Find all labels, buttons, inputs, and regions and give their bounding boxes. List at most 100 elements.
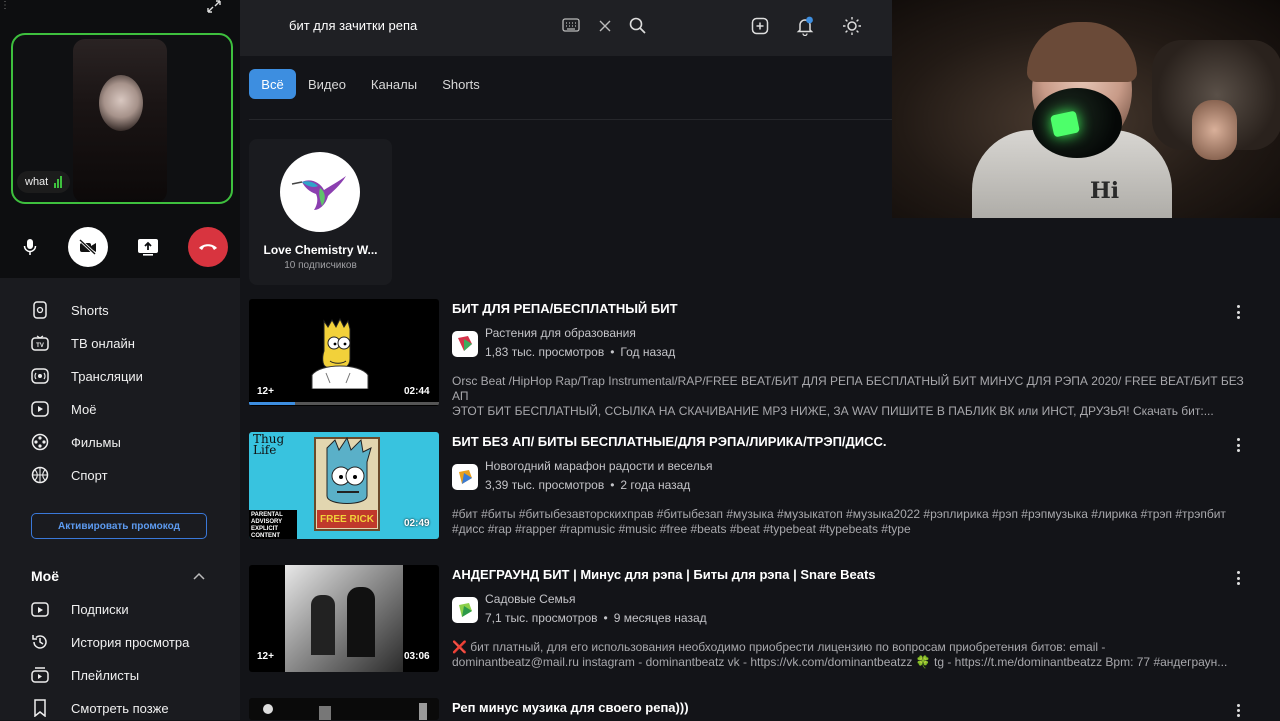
thumbnail-caption: FREE RICK [320, 514, 374, 525]
video-title[interactable]: АНДЕГРАУНД БИТ | Минус для рэпа | Биты д… [452, 567, 876, 582]
participant-video [73, 39, 167, 202]
screen-share-icon [138, 239, 158, 256]
webcam-overlay: Hi [892, 0, 1280, 218]
video-age: 9 месяцев назад [613, 611, 707, 625]
chevron-up-icon[interactable] [192, 568, 206, 586]
sidebar-item-shorts[interactable]: Shorts [30, 297, 109, 323]
microphone-device [1032, 88, 1122, 158]
video-meta: 1,83 тыс. просмотров • Год назад [485, 345, 676, 359]
sidebar-item-watch-later[interactable]: Смотреть позже [30, 695, 169, 721]
video-thumbnail[interactable]: 12+ 03:06 [249, 565, 439, 672]
sidebar-item-playlists[interactable]: Плейлисты [30, 662, 139, 688]
channel-avatar[interactable] [452, 464, 478, 490]
video-channel-name[interactable]: Растения для образования [485, 326, 636, 340]
svg-text:TV: TV [36, 343, 44, 349]
description-line: ЭТОТ БИТ БЕСПЛАТНЫЙ, ССЫЛКА НА СКАЧИВАНИ… [452, 404, 1214, 418]
bookmark-icon [30, 698, 50, 718]
video-description: Orsc Beat /HipHop Rap/Trap Instrumental/… [452, 374, 1252, 419]
video-thumbnail[interactable] [249, 698, 439, 720]
watch-progress-track [249, 402, 439, 405]
sidebar-item-my[interactable]: Моё [30, 396, 96, 422]
tab-shorts[interactable]: Shorts [436, 69, 486, 99]
tab-video[interactable]: Видео [301, 69, 353, 99]
more-options-icon[interactable] [1232, 701, 1244, 720]
microphone-icon [23, 239, 37, 255]
sidebar-item-subscriptions[interactable]: Подписки [30, 596, 129, 622]
duration-badge: 03:06 [404, 651, 430, 662]
video-title[interactable]: БИТ ДЛЯ РЕПА/БЕСПЛАТНЫЙ БИТ [452, 301, 678, 316]
channel-avatar[interactable] [452, 597, 478, 623]
video-title[interactable]: Реп минус музика для своего репа))) [452, 700, 689, 715]
streamer-hair [1027, 22, 1137, 82]
notifications-icon[interactable] [796, 16, 814, 41]
add-video-icon[interactable] [751, 17, 769, 40]
sidebar-item-label: История просмотра [71, 634, 190, 650]
tab-channels[interactable]: Каналы [364, 69, 424, 99]
video-title[interactable]: БИТ БЕЗ АП/ БИТЫ БЕСПЛАТНЫЕ/ДЛЯ РЭПА/ЛИР… [452, 434, 887, 449]
video-description: ❌ бит платный, для его использования нео… [452, 640, 1252, 670]
search-input[interactable]: бит для зачитки репа [289, 18, 417, 33]
thumbnail-photo [285, 565, 403, 672]
description-line: Orsc Beat /HipHop Rap/Trap Instrumental/… [452, 374, 1244, 403]
channel-avatar[interactable] [452, 331, 478, 357]
channel-card[interactable]: Love Chemistry W... 10 подписчиков [249, 139, 392, 285]
camera-off-icon [78, 239, 97, 255]
drag-handle-icon[interactable]: ⋮ [0, 0, 14, 14]
microphone-button[interactable] [10, 227, 50, 267]
keyboard-icon[interactable] [562, 18, 580, 37]
sidebar-item-label: Смотреть позже [71, 700, 169, 716]
sidebar-item-broadcasts[interactable]: Трансляции [30, 363, 143, 389]
video-age: 2 года назад [620, 478, 691, 492]
header: бит для зачитки репа [240, 0, 892, 56]
participant-name: what [25, 176, 49, 188]
theme-icon[interactable] [842, 16, 862, 41]
sidebar-item-label: Трансляции [71, 368, 143, 384]
age-rating-badge: 12+ [257, 386, 274, 397]
more-options-icon[interactable] [1232, 302, 1244, 322]
channel-avatar [280, 152, 360, 232]
hang-up-icon [199, 244, 217, 250]
camera-toggle-button[interactable] [68, 227, 108, 267]
video-thumbnail[interactable]: 12+ 02:44 [249, 299, 439, 406]
participant-video-tile[interactable]: what [11, 33, 233, 204]
playlist-icon [30, 665, 50, 685]
search-icon[interactable] [629, 17, 646, 39]
video-views: 7,1 тыс. просмотров [485, 611, 598, 625]
end-call-button[interactable] [188, 227, 228, 267]
video-views: 3,39 тыс. просмотров [485, 478, 605, 492]
audio-level-icon [54, 176, 63, 188]
participant-name-pill: what [17, 171, 71, 193]
duration-badge: 02:49 [404, 518, 430, 529]
participant-face [99, 75, 143, 131]
video-channel-name[interactable]: Садовые Семья [485, 592, 576, 606]
search-bar[interactable]: бит для зачитки репа [277, 8, 657, 44]
video-channel-name[interactable]: Новогодний марафон радости и веселья [485, 459, 712, 473]
more-options-icon[interactable] [1232, 435, 1244, 455]
section-title-my: Моё [31, 568, 59, 584]
description-line: dominantbeatz@mail.ru instagram - domina… [452, 655, 1228, 669]
sidebar-item-label: Плейлисты [71, 667, 140, 683]
watch-progress-fill [249, 402, 295, 405]
activate-promo-button[interactable]: Активировать промокод [31, 513, 207, 539]
channel-subscribers: 10 подписчиков [284, 260, 357, 271]
screen-share-button[interactable] [128, 227, 168, 267]
sport-icon [30, 465, 50, 485]
call-panel: ⋮ what [0, 0, 240, 278]
parental-advisory-label: PARENTAL ADVISORY EXPLICIT CONTENT [249, 510, 297, 539]
sidebar-item-films[interactable]: Фильмы [30, 429, 121, 455]
expand-icon[interactable] [206, 0, 226, 14]
subscriptions-icon [30, 599, 50, 619]
tab-all[interactable]: Всё [249, 69, 296, 99]
sidebar-item-sport[interactable]: Спорт [30, 462, 108, 488]
clear-icon[interactable] [599, 19, 611, 37]
sidebar-item-tv[interactable]: TV ТВ онлайн [30, 330, 135, 356]
video-meta: 7,1 тыс. просмотров • 9 месяцев назад [485, 611, 707, 625]
sidebar: Shorts TV ТВ онлайн Трансляции Моё Фильм… [0, 278, 240, 720]
streamer-hand [1192, 100, 1237, 160]
channel-name: Love Chemistry W... [263, 243, 378, 257]
sidebar-item-label: Подписки [71, 601, 129, 617]
more-options-icon[interactable] [1232, 568, 1244, 588]
video-thumbnail[interactable]: Thug Life FREE RICK PARENTAL ADVISORY EX… [249, 432, 439, 539]
description-line: ❌ бит платный, для его использования нео… [452, 640, 1106, 654]
sidebar-item-history[interactable]: История просмотра [30, 629, 189, 655]
